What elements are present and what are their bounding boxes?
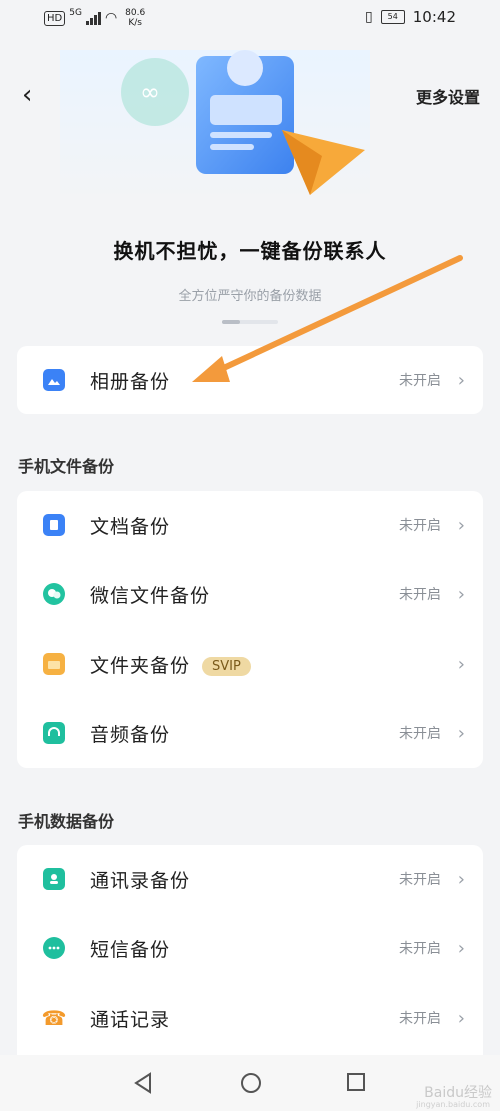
album-backup-label: 相册备份 [90,370,171,393]
wechat-backup-label: 微信文件备份 [90,584,211,607]
folder-icon [43,653,65,675]
carousel-active-dot [222,320,240,324]
nav-back-icon[interactable] [132,1071,154,1095]
contacts-icon [43,868,65,890]
audio-backup-status: 未开启 [399,726,441,742]
sms-backup-row[interactable]: 短信备份 未开启 › [17,914,483,982]
call-log-label: 通话记录 [90,1008,171,1031]
sms-backup-status: 未开启 [399,941,441,957]
network-type: 5G [69,8,82,18]
folder-backup-row[interactable]: 文件夹备份 SVIP › [17,630,483,698]
audio-backup-row[interactable]: 音频备份 未开启 › [17,699,483,767]
chevron-right-icon: › [457,369,465,391]
chevron-right-icon: › [457,514,465,536]
hd-indicator: HD [44,10,66,26]
vibrate-icon: ▯ [365,9,373,25]
document-backup-label: 文档备份 [90,515,171,538]
section-title-files: 手机文件备份 [18,457,115,476]
chevron-right-icon: › [457,937,465,959]
nav-home-icon[interactable] [239,1071,263,1095]
wifi-icon: ◠ [104,10,118,26]
album-card: 相册备份 未开启 › [17,346,483,414]
call-log-status: 未开启 [399,1011,441,1027]
document-backup-status: 未开启 [399,518,441,534]
nav-recent-icon[interactable] [345,1071,367,1093]
signal-icon [85,11,101,25]
headphones-icon [43,722,65,744]
chevron-right-icon: › [457,722,465,744]
section-title-data: 手机数据备份 [18,812,115,831]
audio-backup-label: 音频备份 [90,723,171,746]
battery-icon: 54 [380,10,405,24]
wechat-icon [43,583,65,605]
contacts-backup-row[interactable]: 通讯录备份 未开启 › [17,845,483,913]
sms-backup-label: 短信备份 [90,938,171,961]
subtitle: 全方位严守你的备份数据 [178,289,322,304]
chevron-right-icon: › [457,653,465,675]
slogan: 换机不担忧，一键备份联系人 [113,239,387,263]
watermark-url: jingyan.baidu.com [416,1100,490,1109]
contacts-backup-label: 通讯录备份 [90,869,191,892]
net-speed: 80.6 K/s [125,8,146,28]
folder-backup-label: 文件夹备份 SVIP [90,651,251,678]
data-card: 通讯录备份 未开启 › 短信备份 未开启 › ☎ 通话记录 未开启 › [17,845,483,1065]
status-bar: HD 5G ◠ 80.6 K/s ▯ 54 10:42 [0,0,500,36]
files-card: 文档备份 未开启 › 微信文件备份 未开启 › 文件夹备份 SVIP › 音频备份… [17,491,483,768]
hero-illustration: ∞ [60,50,370,200]
document-backup-row[interactable]: 文档备份 未开启 › [17,491,483,559]
chevron-right-icon: › [457,868,465,890]
contacts-backup-status: 未开启 [399,872,441,888]
back-chevron-icon[interactable]: ‹ [22,80,32,110]
clock: 10:42 [412,8,456,26]
chevron-right-icon: › [457,1007,465,1029]
svg-text:∞: ∞ [140,78,160,106]
wechat-backup-status: 未开启 [399,587,441,603]
album-icon [43,369,65,391]
album-backup-status: 未开启 [399,373,441,389]
wechat-backup-row[interactable]: 微信文件备份 未开启 › [17,560,483,628]
phone-icon: ☎ [41,1006,67,1030]
call-log-row[interactable]: ☎ 通话记录 未开启 › [17,984,483,1052]
sms-icon [43,937,65,959]
svip-badge: SVIP [202,656,251,676]
watermark: Baidu经验 [424,1085,492,1101]
carousel-indicator [222,320,278,324]
album-backup-row[interactable]: 相册备份 未开启 › [17,346,483,414]
more-settings-button[interactable]: 更多设置 [416,84,480,108]
chevron-right-icon: › [457,583,465,605]
document-icon [43,514,65,536]
